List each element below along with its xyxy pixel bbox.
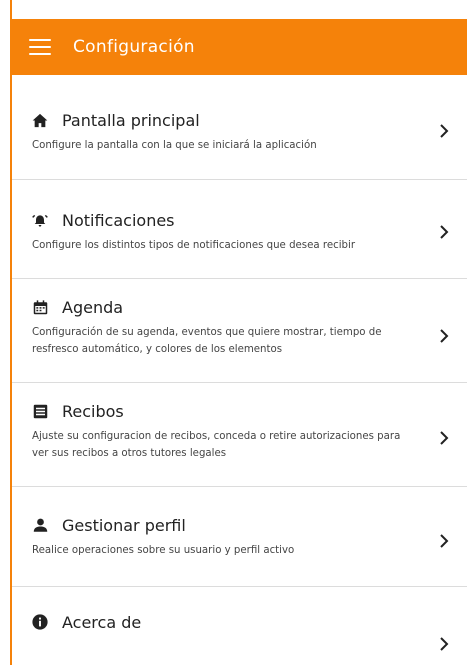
info-icon <box>32 614 48 630</box>
chevron-right-icon <box>439 225 449 239</box>
receipt-icon <box>32 403 48 419</box>
settings-item-title: Acerca de <box>62 612 142 632</box>
calendar-icon <box>32 299 48 315</box>
settings-item-title: Agenda <box>62 297 124 317</box>
settings-item-title: Recibos <box>62 401 124 421</box>
settings-list: Pantalla principal Configure la pantalla… <box>12 75 467 666</box>
app-bar: Configuración <box>10 19 467 75</box>
menu-icon[interactable] <box>29 39 51 55</box>
settings-item-notificaciones[interactable]: Notificaciones Configure los distintos t… <box>12 180 467 279</box>
chevron-right-icon <box>439 637 449 651</box>
page-title: Configuración <box>73 37 195 57</box>
chevron-right-icon <box>439 534 449 548</box>
chevron-right-icon <box>439 124 449 138</box>
home-icon <box>32 112 48 128</box>
settings-item-description: Realice operaciones sobre su usuario y p… <box>32 545 295 556</box>
chevron-right-icon <box>439 329 449 343</box>
settings-item-description: Configuración de su agenda, eventos que … <box>32 327 382 355</box>
settings-item-pantalla-principal[interactable]: Pantalla principal Configure la pantalla… <box>12 75 467 180</box>
chevron-right-icon <box>439 431 449 445</box>
settings-item-description: Ajuste su configuracion de recibos, conc… <box>32 431 401 459</box>
settings-item-description: Configure la pantalla con la que se inic… <box>32 140 317 151</box>
settings-item-title: Gestionar perfil <box>62 515 186 535</box>
settings-item-agenda[interactable]: Agenda Configuración de su agenda, event… <box>12 279 467 383</box>
settings-item-title: Pantalla principal <box>62 110 200 130</box>
settings-item-acerca-de[interactable]: Acerca de <box>12 587 467 666</box>
settings-item-description: Configure los distintos tipos de notific… <box>32 240 356 251</box>
settings-item-gestionar-perfil[interactable]: Gestionar perfil Realice operaciones sob… <box>12 487 467 587</box>
settings-item-recibos[interactable]: Recibos Ajuste su configuracion de recib… <box>12 383 467 487</box>
person-icon <box>32 517 48 533</box>
settings-item-title: Notificaciones <box>62 210 175 230</box>
alarm-bell-icon <box>32 212 48 228</box>
